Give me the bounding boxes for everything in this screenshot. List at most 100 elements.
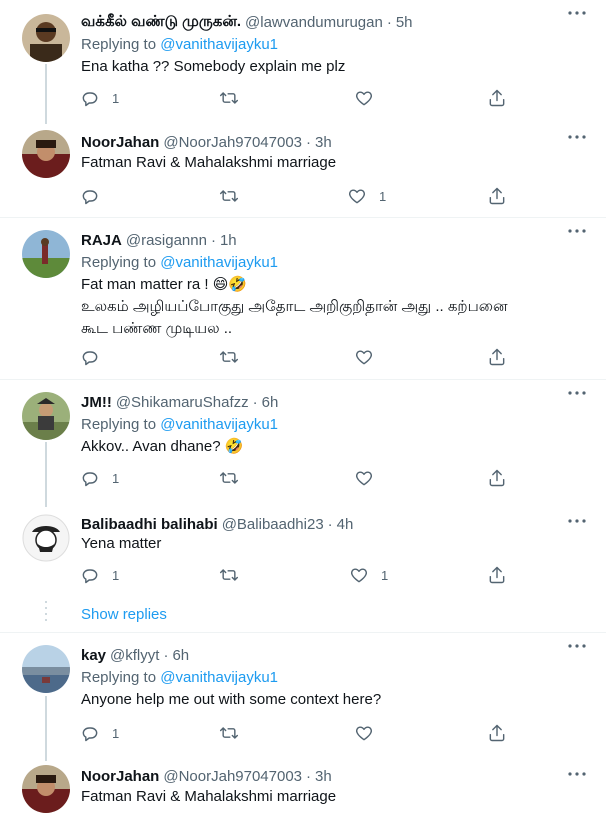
avatar[interactable] bbox=[22, 514, 70, 562]
replying-to: Replying to @vanithavijayku1 bbox=[81, 36, 278, 53]
share-button[interactable] bbox=[487, 347, 507, 367]
author-name[interactable]: kay bbox=[81, 647, 106, 664]
tweet-text-line: Fatman Ravi & Mahalakshmi marriage bbox=[81, 788, 337, 805]
avatar[interactable] bbox=[22, 645, 70, 693]
tweet-text: Yena matter bbox=[81, 533, 581, 555]
mention-link[interactable]: @vanithavijayku1 bbox=[160, 416, 278, 433]
author-name[interactable]: NoorJahan bbox=[81, 768, 159, 785]
retweet-button[interactable] bbox=[218, 186, 240, 206]
author-handle[interactable]: @lawvandumurugan bbox=[245, 14, 383, 31]
avatar[interactable] bbox=[22, 230, 70, 278]
share-button[interactable] bbox=[487, 186, 507, 206]
share-icon bbox=[489, 566, 505, 584]
reply-button[interactable] bbox=[80, 347, 100, 367]
replying-to: Replying to @vanithavijayku1 bbox=[81, 416, 278, 433]
share-icon bbox=[489, 89, 505, 107]
like-button[interactable] bbox=[354, 88, 374, 108]
like-button[interactable] bbox=[354, 723, 374, 743]
share-button[interactable] bbox=[487, 468, 507, 488]
avatar[interactable] bbox=[22, 392, 70, 440]
avatar[interactable] bbox=[22, 765, 70, 813]
tweet[interactable]: JM!! @ShikamaruShafzz · 6h Replying to @… bbox=[0, 380, 606, 508]
like-icon bbox=[349, 189, 365, 204]
like-button[interactable]: 1 bbox=[349, 565, 388, 585]
retweet-button[interactable] bbox=[218, 565, 240, 585]
retweet-button[interactable] bbox=[218, 468, 240, 488]
timestamp[interactable]: 6h bbox=[262, 394, 279, 411]
reply-button[interactable]: 1 bbox=[80, 88, 119, 108]
more-icon[interactable] bbox=[568, 765, 586, 783]
reply-button[interactable] bbox=[80, 186, 100, 206]
tweet-text-line: கூட பண்ண முடியல .. bbox=[81, 320, 233, 337]
timestamp[interactable]: 3h bbox=[315, 134, 332, 151]
author-handle[interactable]: @Balibaadhi23 bbox=[222, 516, 324, 533]
tweet[interactable]: NoorJahan @NoorJah97047003 · 3h Fatman R… bbox=[0, 124, 606, 216]
author-name[interactable]: RAJA bbox=[81, 232, 122, 249]
reply-icon bbox=[82, 92, 98, 107]
more-icon[interactable] bbox=[568, 384, 586, 402]
more-icon[interactable] bbox=[568, 637, 586, 655]
reply-icon bbox=[82, 351, 98, 366]
reply-count: 1 bbox=[112, 725, 120, 741]
timestamp[interactable]: 5h bbox=[396, 14, 413, 31]
share-icon bbox=[489, 187, 505, 205]
like-button[interactable]: 1 bbox=[347, 186, 386, 206]
timestamp[interactable]: 3h bbox=[315, 768, 332, 785]
tweet-text: Ena katha ?? Somebody explain me plz bbox=[81, 56, 581, 78]
tweet[interactable]: kay @kflyyt · 6h Replying to @vanithavij… bbox=[0, 633, 606, 761]
timestamp[interactable]: 6h bbox=[172, 647, 189, 664]
author-handle[interactable]: @ShikamaruShafzz bbox=[116, 394, 249, 411]
author-name[interactable]: வக்கீல் வண்டு முருகன். bbox=[81, 13, 241, 32]
author-handle[interactable]: @NoorJah97047003 bbox=[163, 134, 302, 151]
tweet[interactable]: NoorJahan @NoorJah97047003 · 3h Fatman R… bbox=[0, 761, 606, 821]
more-icon[interactable] bbox=[568, 512, 586, 530]
timestamp[interactable]: 4h bbox=[337, 516, 354, 533]
share-button[interactable] bbox=[487, 88, 507, 108]
reply-count: 1 bbox=[112, 90, 120, 106]
replying-to: Replying to @vanithavijayku1 bbox=[81, 669, 278, 686]
tweet-text: Akkov.. Avan dhane? 🤣 bbox=[81, 436, 581, 458]
author-name[interactable]: NoorJahan bbox=[81, 134, 159, 151]
retweet-button[interactable] bbox=[218, 88, 240, 108]
timestamp[interactable]: 1h bbox=[220, 232, 237, 249]
author-handle[interactable]: @NoorJah97047003 bbox=[163, 768, 302, 785]
avatar[interactable] bbox=[22, 130, 70, 178]
more-icon[interactable] bbox=[568, 222, 586, 240]
retweet-icon bbox=[219, 190, 239, 202]
reply-button[interactable]: 1 bbox=[80, 565, 119, 585]
show-replies-link[interactable]: Show replies bbox=[81, 606, 167, 623]
avatar[interactable] bbox=[22, 14, 70, 62]
replying-label: Replying to bbox=[81, 669, 157, 686]
like-button[interactable] bbox=[354, 468, 374, 488]
author-name[interactable]: JM!! bbox=[81, 394, 112, 411]
author-handle[interactable]: @rasigannn bbox=[126, 232, 207, 249]
reply-button[interactable]: 1 bbox=[80, 723, 119, 743]
retweet-button[interactable] bbox=[218, 347, 240, 367]
like-count: 1 bbox=[381, 567, 389, 583]
more-icon[interactable] bbox=[568, 128, 586, 146]
mention-link[interactable]: @vanithavijayku1 bbox=[160, 254, 278, 271]
share-button[interactable] bbox=[487, 565, 507, 585]
like-icon bbox=[356, 726, 372, 741]
like-icon bbox=[356, 350, 372, 365]
share-icon bbox=[489, 469, 505, 487]
share-button[interactable] bbox=[487, 723, 507, 743]
tweet[interactable]: வக்கீல் வண்டு முருகன். @lawvandumurugan … bbox=[0, 0, 606, 124]
like-button[interactable] bbox=[354, 347, 374, 367]
tweet-text-line: உலகம் அழியப்போகுது அதோட அறிகுறிதான் அது … bbox=[81, 298, 508, 315]
author-handle[interactable]: @kflyyt bbox=[110, 647, 159, 664]
replying-label: Replying to bbox=[81, 36, 157, 53]
tweet-text: Fat man matter ra ! 😄🤣 உலகம் அழியப்போகுத… bbox=[81, 274, 581, 340]
author-name[interactable]: Balibaadhi balihabi bbox=[81, 516, 218, 533]
like-icon bbox=[356, 91, 372, 106]
retweet-button[interactable] bbox=[218, 723, 240, 743]
mention-link[interactable]: @vanithavijayku1 bbox=[160, 669, 278, 686]
reply-button[interactable]: 1 bbox=[80, 468, 119, 488]
tweet[interactable]: RAJA @rasigannn · 1h Replying to @vanith… bbox=[0, 218, 606, 378]
tweet-text-line: Fatman Ravi & Mahalakshmi marriage bbox=[81, 154, 337, 171]
tweet-text-line: Yena matter bbox=[81, 535, 162, 552]
tweet[interactable]: Balibaadhi balihabi @Balibaadhi23 · 4h Y… bbox=[0, 508, 606, 598]
mention-link[interactable]: @vanithavijayku1 bbox=[160, 36, 278, 53]
more-icon[interactable] bbox=[568, 4, 586, 22]
reply-icon bbox=[82, 472, 98, 487]
